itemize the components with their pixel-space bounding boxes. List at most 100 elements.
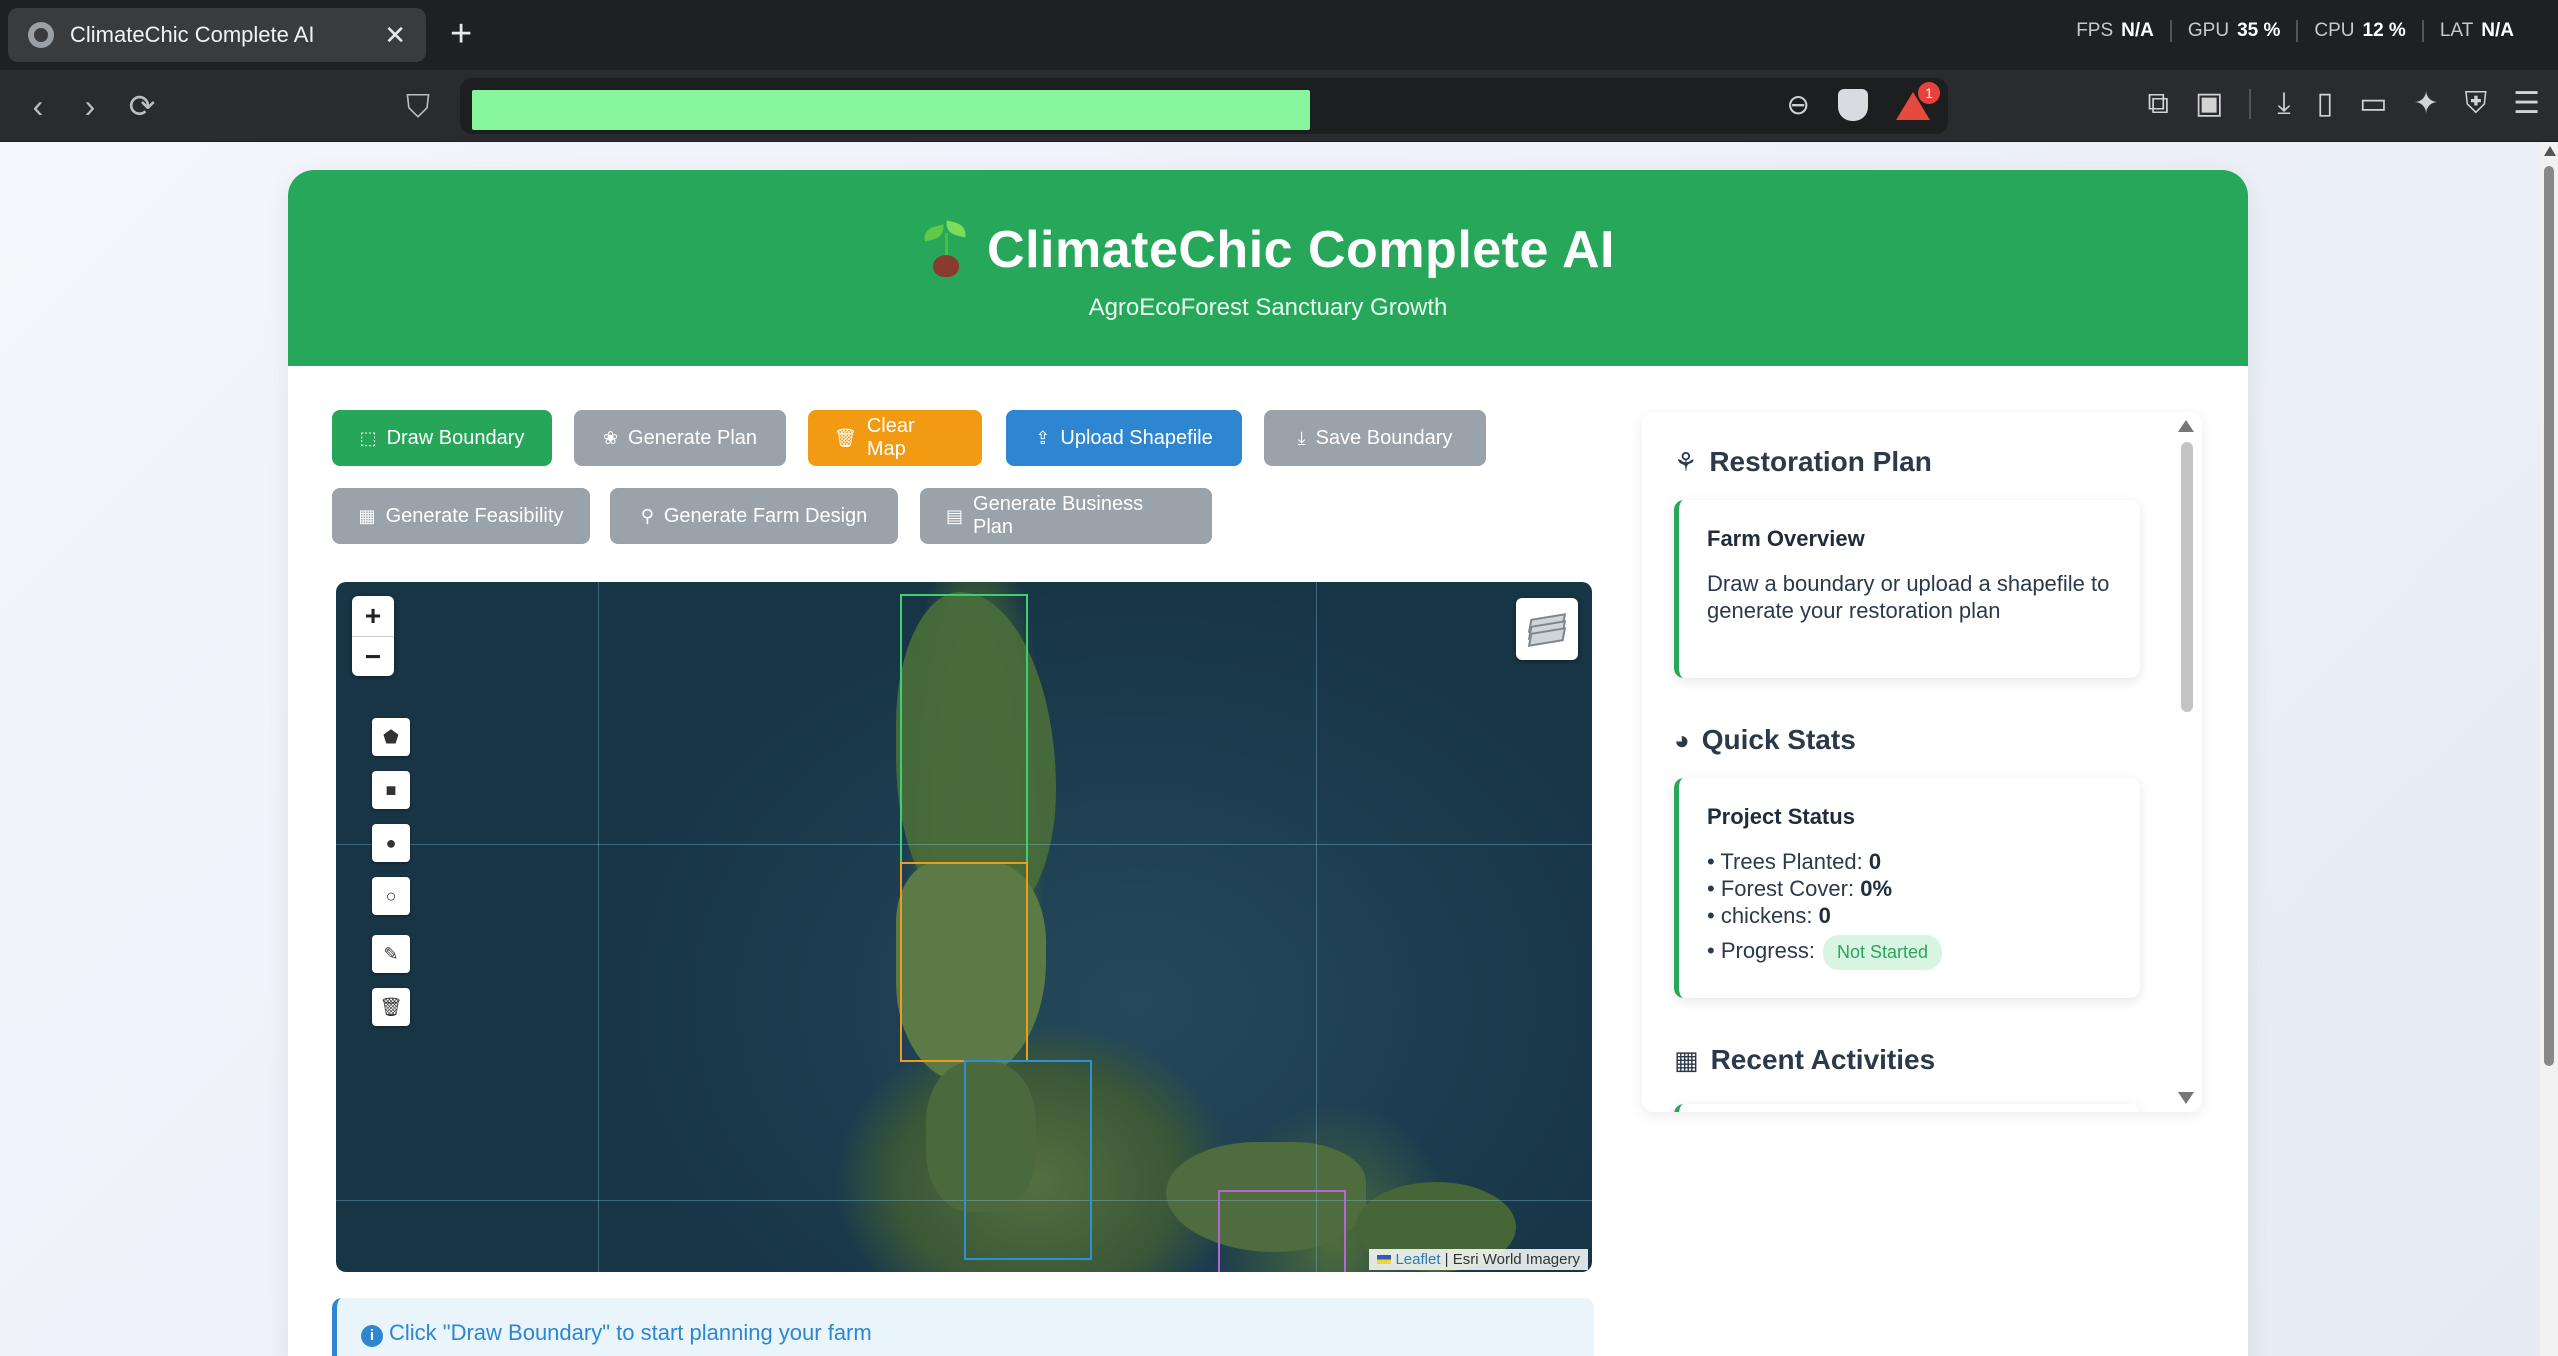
map-attribution: Leaflet | Esri World Imagery: [1369, 1249, 1588, 1270]
generate-business-plan-button[interactable]: ▤ Generate Business Plan: [920, 488, 1212, 544]
scroll-up-icon[interactable]: [2178, 420, 2194, 432]
app-container: ClimateChic Complete AI AgroEcoForest Sa…: [288, 170, 2248, 1356]
calculator-icon: ▦: [358, 505, 376, 526]
map-canvas[interactable]: + − ⬟ ■ ● ○ ✎ 🗑 Leaflet | Esri World Ima…: [336, 582, 1592, 1272]
generate-feasibility-button[interactable]: ▦ Generate Feasibility: [332, 488, 590, 544]
browser-tab-bar: ClimateChic Complete AI ✕ + FPS N/A GPU 35…: [0, 0, 2558, 70]
save-boundary-button[interactable]: ⤓ Save Boundary: [1264, 410, 1486, 466]
quick-stats-heading: ◕ Quick Stats: [1674, 724, 1856, 755]
download-icon[interactable]: ⤓: [2277, 87, 2290, 121]
card-title: Project Status: [1707, 804, 1855, 829]
menu-icon[interactable]: ☰: [2513, 86, 2540, 121]
lat-readout: LAT N/A: [2439, 20, 2514, 41]
status-badge: Not Started: [1822, 935, 1943, 970]
delete-layers-icon[interactable]: 🗑: [372, 988, 410, 1026]
app-header: ClimateChic Complete AI AgroEcoForest Sa…: [288, 170, 2248, 366]
seedling-icon: ⚘: [1674, 446, 1698, 477]
card-title: Farm Overview: [1707, 526, 1865, 551]
restoration-plan-heading: ⚘ Restoration Plan: [1674, 446, 1932, 477]
fps-readout: FPS N/A: [2060, 20, 2172, 42]
calendar-icon: ▦: [1674, 1044, 1699, 1075]
download-icon: ⤓: [1297, 427, 1306, 448]
zoom-out-icon[interactable]: ⊖: [1787, 88, 1810, 121]
imagery-tile-blue: [964, 1060, 1092, 1260]
project-status-card: Project Status • Trees Planted: 0 • Fore…: [1674, 778, 2140, 998]
browser-extensions: ⧉ ▣ ⤓ ▯ ▭ ✦ ⛨ ☰: [2148, 86, 2540, 121]
bookmark-icon[interactable]: ⛉: [398, 86, 438, 126]
page-title: ClimateChic Complete AI: [288, 220, 2248, 280]
new-tab-button[interactable]: +: [450, 14, 472, 54]
performance-monitor: FPS N/A GPU 35 % CPU 12 % LAT N/A: [2060, 20, 2530, 42]
page-scrollbar[interactable]: [2540, 142, 2558, 1356]
page-viewport: ClimateChic Complete AI AgroEcoForest Sa…: [0, 142, 2540, 1356]
sidebar-icon[interactable]: ▯: [2317, 86, 2334, 121]
status-hint: i Click "Draw Boundary" to start planning…: [332, 1298, 1594, 1356]
forward-icon[interactable]: ›: [70, 86, 110, 126]
draw-circle-marker-icon[interactable]: ○: [372, 877, 410, 915]
draw-boundary-button[interactable]: ⬚ Draw Boundary: [332, 410, 552, 466]
imagery-tile-purple: [1218, 1190, 1346, 1272]
address-bar[interactable]: ⊖ 1: [460, 78, 1948, 134]
extensions-icon[interactable]: ⧉: [2148, 87, 2169, 121]
draw-circle-icon[interactable]: ●: [372, 824, 410, 862]
scroll-thumb[interactable]: [2544, 166, 2554, 1066]
ukraine-flag-icon: [1377, 1255, 1392, 1264]
generate-farm-design-button[interactable]: ⚲ Generate Farm Design: [610, 488, 898, 544]
sitemap-icon: ⚲: [640, 505, 654, 526]
leaflet-link[interactable]: Leaflet: [1395, 1251, 1440, 1268]
scroll-thumb[interactable]: [2181, 442, 2193, 712]
info-icon: i: [361, 1325, 383, 1347]
imagery-tile-orange: [900, 862, 1028, 1062]
globe-icon: [28, 22, 54, 48]
clear-map-button[interactable]: 🗑 Clear Map: [808, 410, 982, 466]
brave-rewards-icon[interactable]: 1: [1896, 81, 1940, 120]
zoom-out-button[interactable]: −: [352, 636, 394, 676]
zoom-in-button[interactable]: +: [352, 596, 394, 636]
wallet-icon[interactable]: ▭: [2359, 86, 2387, 121]
cpu-readout: CPU 12 %: [2298, 20, 2424, 42]
page-subtitle: AgroEcoForest Sanctuary Growth: [1088, 294, 1448, 321]
draw-polygon-icon[interactable]: ⬟: [372, 718, 410, 756]
layers-control-icon[interactable]: [1516, 598, 1578, 660]
map-gridline: [598, 582, 599, 1272]
browser-toolbar: ‹ › ⟳ ⛉ ⊖ 1 ⧉ ▣ ⤓ ▯ ▭ ✦ ⛨ ☰: [0, 70, 2558, 142]
document-icon: ▤: [946, 505, 964, 526]
brave-shields-icon[interactable]: [1838, 88, 1868, 121]
scroll-up-icon[interactable]: [2544, 146, 2556, 156]
farm-overview-card: Farm Overview Draw a boundary or upload …: [1674, 500, 2140, 678]
upload-shapefile-button[interactable]: ⇪ Upload Shapefile: [1006, 410, 1242, 466]
edit-layers-icon[interactable]: ✎: [372, 935, 410, 973]
tab-title: ClimateChic Complete AI: [70, 22, 315, 47]
gpu-readout: GPU 35 %: [2172, 20, 2299, 42]
trees-planted-stat: • Trees Planted: 0: [1707, 849, 1882, 874]
draw-polygon-icon: ⬚: [359, 427, 377, 448]
imagery-tile-green: [900, 594, 1028, 864]
map-gridline: [1316, 582, 1317, 1272]
reload-icon[interactable]: ⟳: [122, 86, 162, 126]
close-tab-icon[interactable]: ✕: [384, 20, 406, 51]
url-redacted[interactable]: [472, 90, 1310, 130]
seedling-icon: [921, 220, 971, 277]
screenshot-icon[interactable]: ▣: [2195, 86, 2223, 121]
browser-tab[interactable]: ClimateChic Complete AI ✕: [8, 8, 426, 62]
draw-toolbar: ⬟ ■ ● ○ ✎ 🗑: [372, 718, 410, 1041]
sidebar-scrollbar[interactable]: [2178, 412, 2194, 1112]
upload-icon: ⇪: [1035, 427, 1051, 448]
progress-stat: • Progress: Not Started: [1707, 935, 2112, 970]
recent-activities-card: [1674, 1104, 2140, 1112]
trash-icon: 🗑: [834, 427, 857, 448]
toolbar-divider: [2249, 88, 2252, 119]
leo-ai-icon[interactable]: ✦: [2413, 86, 2438, 121]
scroll-down-icon[interactable]: [2178, 1092, 2194, 1104]
card-text: Draw a boundary or upload a shapefile to…: [1707, 571, 2110, 623]
generate-plan-button[interactable]: ❀ Generate Plan: [574, 410, 786, 466]
recent-activities-heading: ▦ Recent Activities: [1674, 1044, 1936, 1075]
vpn-icon[interactable]: ⛨: [2465, 87, 2488, 121]
back-icon[interactable]: ‹: [18, 86, 58, 126]
sidebar-panel[interactable]: ⚘ Restoration Plan Farm Overview Draw a b…: [1642, 412, 2202, 1112]
chickens-stat: • chickens: 0: [1707, 903, 1831, 928]
draw-rectangle-icon[interactable]: ■: [372, 771, 410, 809]
zoom-control: + −: [352, 596, 394, 676]
brain-icon: ❀: [602, 427, 619, 448]
pie-chart-icon: ◕: [1674, 724, 1690, 755]
